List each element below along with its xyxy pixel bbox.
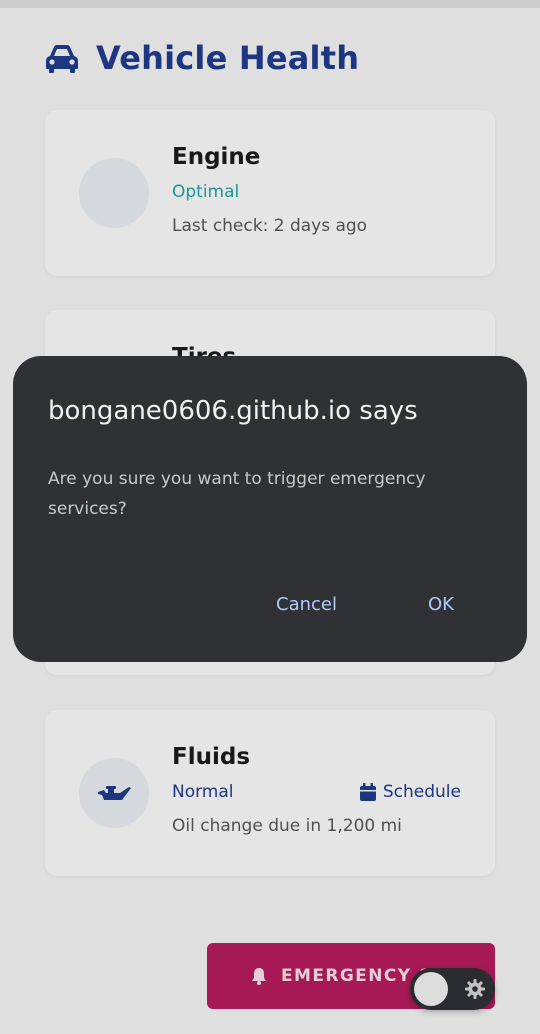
confirm-dialog: bongane0606.github.io says Are you sure … bbox=[13, 356, 527, 662]
cancel-button[interactable]: Cancel bbox=[276, 594, 337, 615]
dialog-title: bongane0606.github.io says bbox=[48, 396, 418, 426]
dialog-message: Are you sure you want to trigger emergen… bbox=[48, 469, 426, 519]
ok-button[interactable]: OK bbox=[428, 594, 454, 615]
